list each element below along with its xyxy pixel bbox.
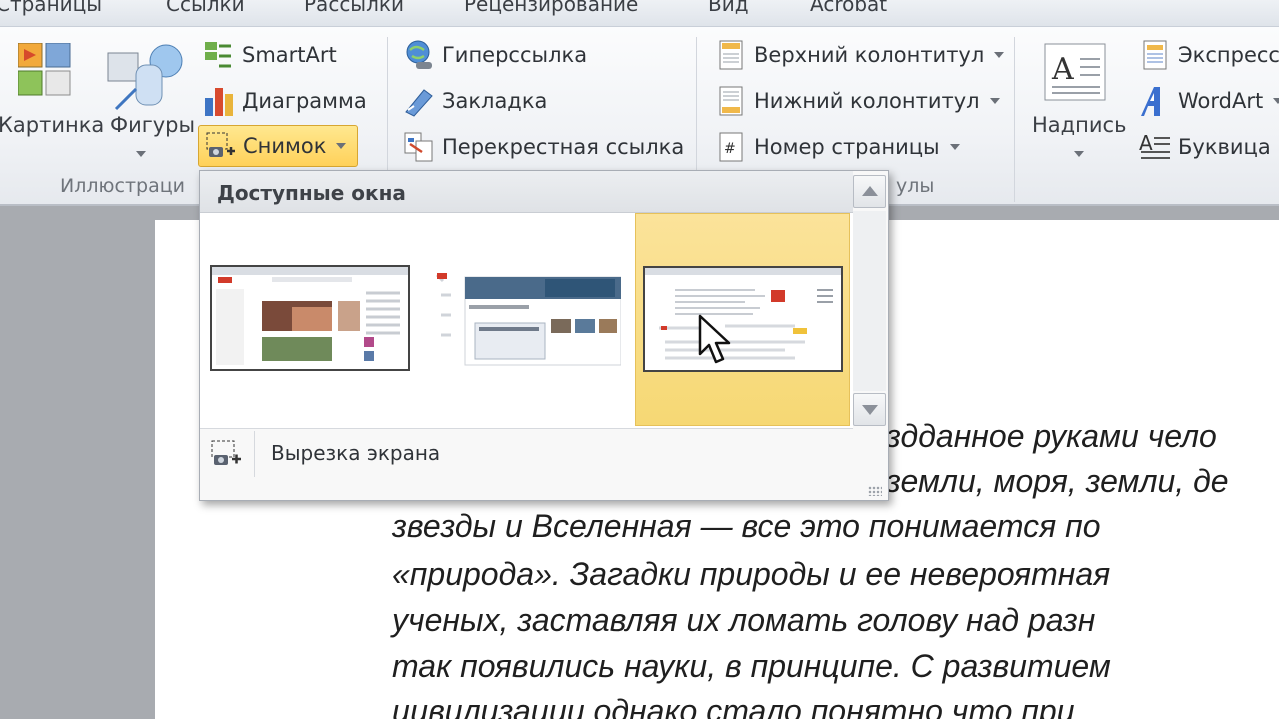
page-number-button[interactable]: # Номер страницы [714, 127, 960, 167]
text-box-button[interactable]: A Надпись [1028, 39, 1128, 169]
screen-clipping-icon [211, 440, 241, 465]
chart-button[interactable]: Диаграмма [202, 81, 367, 121]
window-preview-image [643, 266, 843, 372]
screenshot-icon [206, 132, 235, 157]
chevron-down-icon [994, 52, 1005, 58]
header-icon [719, 40, 743, 70]
arrow-up-icon [862, 186, 878, 196]
available-windows-header: Доступные окна [200, 171, 853, 213]
picture-icon [18, 43, 71, 96]
wordart-icon [1141, 87, 1160, 116]
bookmark-icon [405, 89, 433, 117]
document-line: ученых, заставляя их ломать голову над р… [392, 602, 1096, 638]
resize-grip[interactable] [868, 486, 882, 496]
illustrations-group-label: Иллюстраци [60, 175, 185, 197]
smartart-label: SmartArt [242, 43, 337, 67]
window-preview-image [425, 265, 621, 371]
shapes-icon [107, 44, 183, 111]
chevron-down-icon [949, 144, 960, 150]
screenshot-dropdown: Доступные окна Вырезка экрана [199, 170, 889, 501]
page-number-label: Номер страницы [754, 135, 940, 159]
footer-icon [719, 86, 743, 116]
arrow-down-icon [862, 405, 878, 415]
cross-reference-button[interactable]: Перекрестная ссылка [402, 127, 684, 167]
cross-reference-icon [404, 132, 433, 162]
document-line: здданное руками чело [886, 418, 1217, 454]
screenshot-button[interactable]: Снимок [198, 125, 358, 167]
quick-parts-button[interactable]: Экспресс [1138, 35, 1279, 75]
text-box-icon: A [1044, 43, 1106, 101]
svg-text:#: # [724, 141, 736, 157]
document-line: звезды и Вселенная — все это понимается … [392, 508, 1101, 544]
cross-reference-label: Перекрестная ссылка [442, 135, 685, 159]
chevron-down-icon [136, 151, 146, 157]
divider [254, 431, 255, 477]
screen-clipping-button[interactable]: Вырезка экрана [200, 428, 853, 478]
chevron-down-icon [1273, 98, 1279, 104]
chart-icon [205, 88, 233, 116]
group-divider [1014, 37, 1015, 202]
header-footer-group-label: улы [896, 175, 935, 197]
screen-clipping-label: Вырезка экрана [271, 441, 441, 465]
gallery-scrollbar[interactable] [853, 211, 886, 391]
document-line: земли, моря, земли, де [886, 463, 1229, 499]
text-box-label: Надпись [1032, 113, 1127, 137]
drop-cap-label: Буквица [1178, 135, 1271, 159]
globe-link-icon [406, 40, 432, 69]
smartart-icon [205, 42, 231, 68]
drop-cap-button[interactable]: A Буквица [1138, 127, 1279, 167]
bookmark-label: Закладка [442, 89, 548, 113]
document-line: так появились науки, в принципе. С разви… [392, 648, 1111, 684]
tab-view[interactable]: Вид [708, 0, 749, 16]
page-number-icon: # [719, 132, 743, 162]
tab-acrobat[interactable]: Acrobat [810, 0, 887, 16]
tab-references[interactable]: Ссылки [166, 0, 245, 16]
screenshot-label: Снимок [243, 134, 327, 158]
scroll-up-button[interactable] [853, 175, 886, 208]
chevron-down-icon [1074, 151, 1084, 157]
chevron-down-icon [989, 98, 1000, 104]
chevron-down-icon [336, 143, 347, 149]
drop-cap-icon: A [1139, 131, 1170, 159]
header-label: Верхний колонтитул [754, 43, 985, 67]
header-button[interactable]: Верхний колонтитул [714, 35, 1005, 75]
available-windows-title: Доступные окна [217, 181, 406, 205]
picture-button[interactable]: Картинка [0, 39, 104, 159]
document-line: «природа». Загадки природы и ее невероят… [392, 556, 1111, 592]
tab-pages[interactable]: Страницы [0, 0, 102, 16]
ribbon-tab-strip: Страницы Ссылки Рассылки Рецензирование … [0, 0, 1279, 26]
hyperlink-label: Гиперссылка [442, 43, 588, 67]
wordart-button[interactable]: WordArt [1138, 81, 1279, 121]
smartart-button[interactable]: SmartArt [202, 35, 337, 75]
wordart-label: WordArt [1178, 89, 1264, 113]
hyperlink-button[interactable]: Гиперссылка [402, 35, 587, 75]
picture-label: Картинка [0, 113, 105, 137]
chart-label: Диаграмма [242, 89, 367, 113]
quick-parts-icon [1143, 40, 1167, 70]
svg-text:A: A [1051, 52, 1074, 87]
quick-parts-label: Экспресс [1178, 43, 1279, 67]
footer-button[interactable]: Нижний колонтитул [714, 81, 1000, 121]
shapes-button[interactable]: Фигуры [100, 39, 195, 169]
window-thumbnail[interactable] [200, 213, 415, 426]
document-line: цивилизации однако стало понятно что при [392, 693, 1075, 719]
window-thumbnail[interactable] [415, 213, 630, 426]
shapes-label: Фигуры [110, 113, 196, 137]
window-thumbnail-selected[interactable] [635, 213, 850, 426]
tab-review[interactable]: Рецензирование [464, 0, 638, 16]
mouse-cursor-icon [698, 314, 731, 364]
window-preview-image [210, 265, 410, 371]
tab-mailings[interactable]: Рассылки [304, 0, 404, 16]
available-windows-gallery [200, 213, 853, 428]
bookmark-button[interactable]: Закладка [402, 81, 547, 121]
scroll-down-button[interactable] [853, 393, 886, 426]
footer-label: Нижний колонтитул [754, 89, 980, 113]
